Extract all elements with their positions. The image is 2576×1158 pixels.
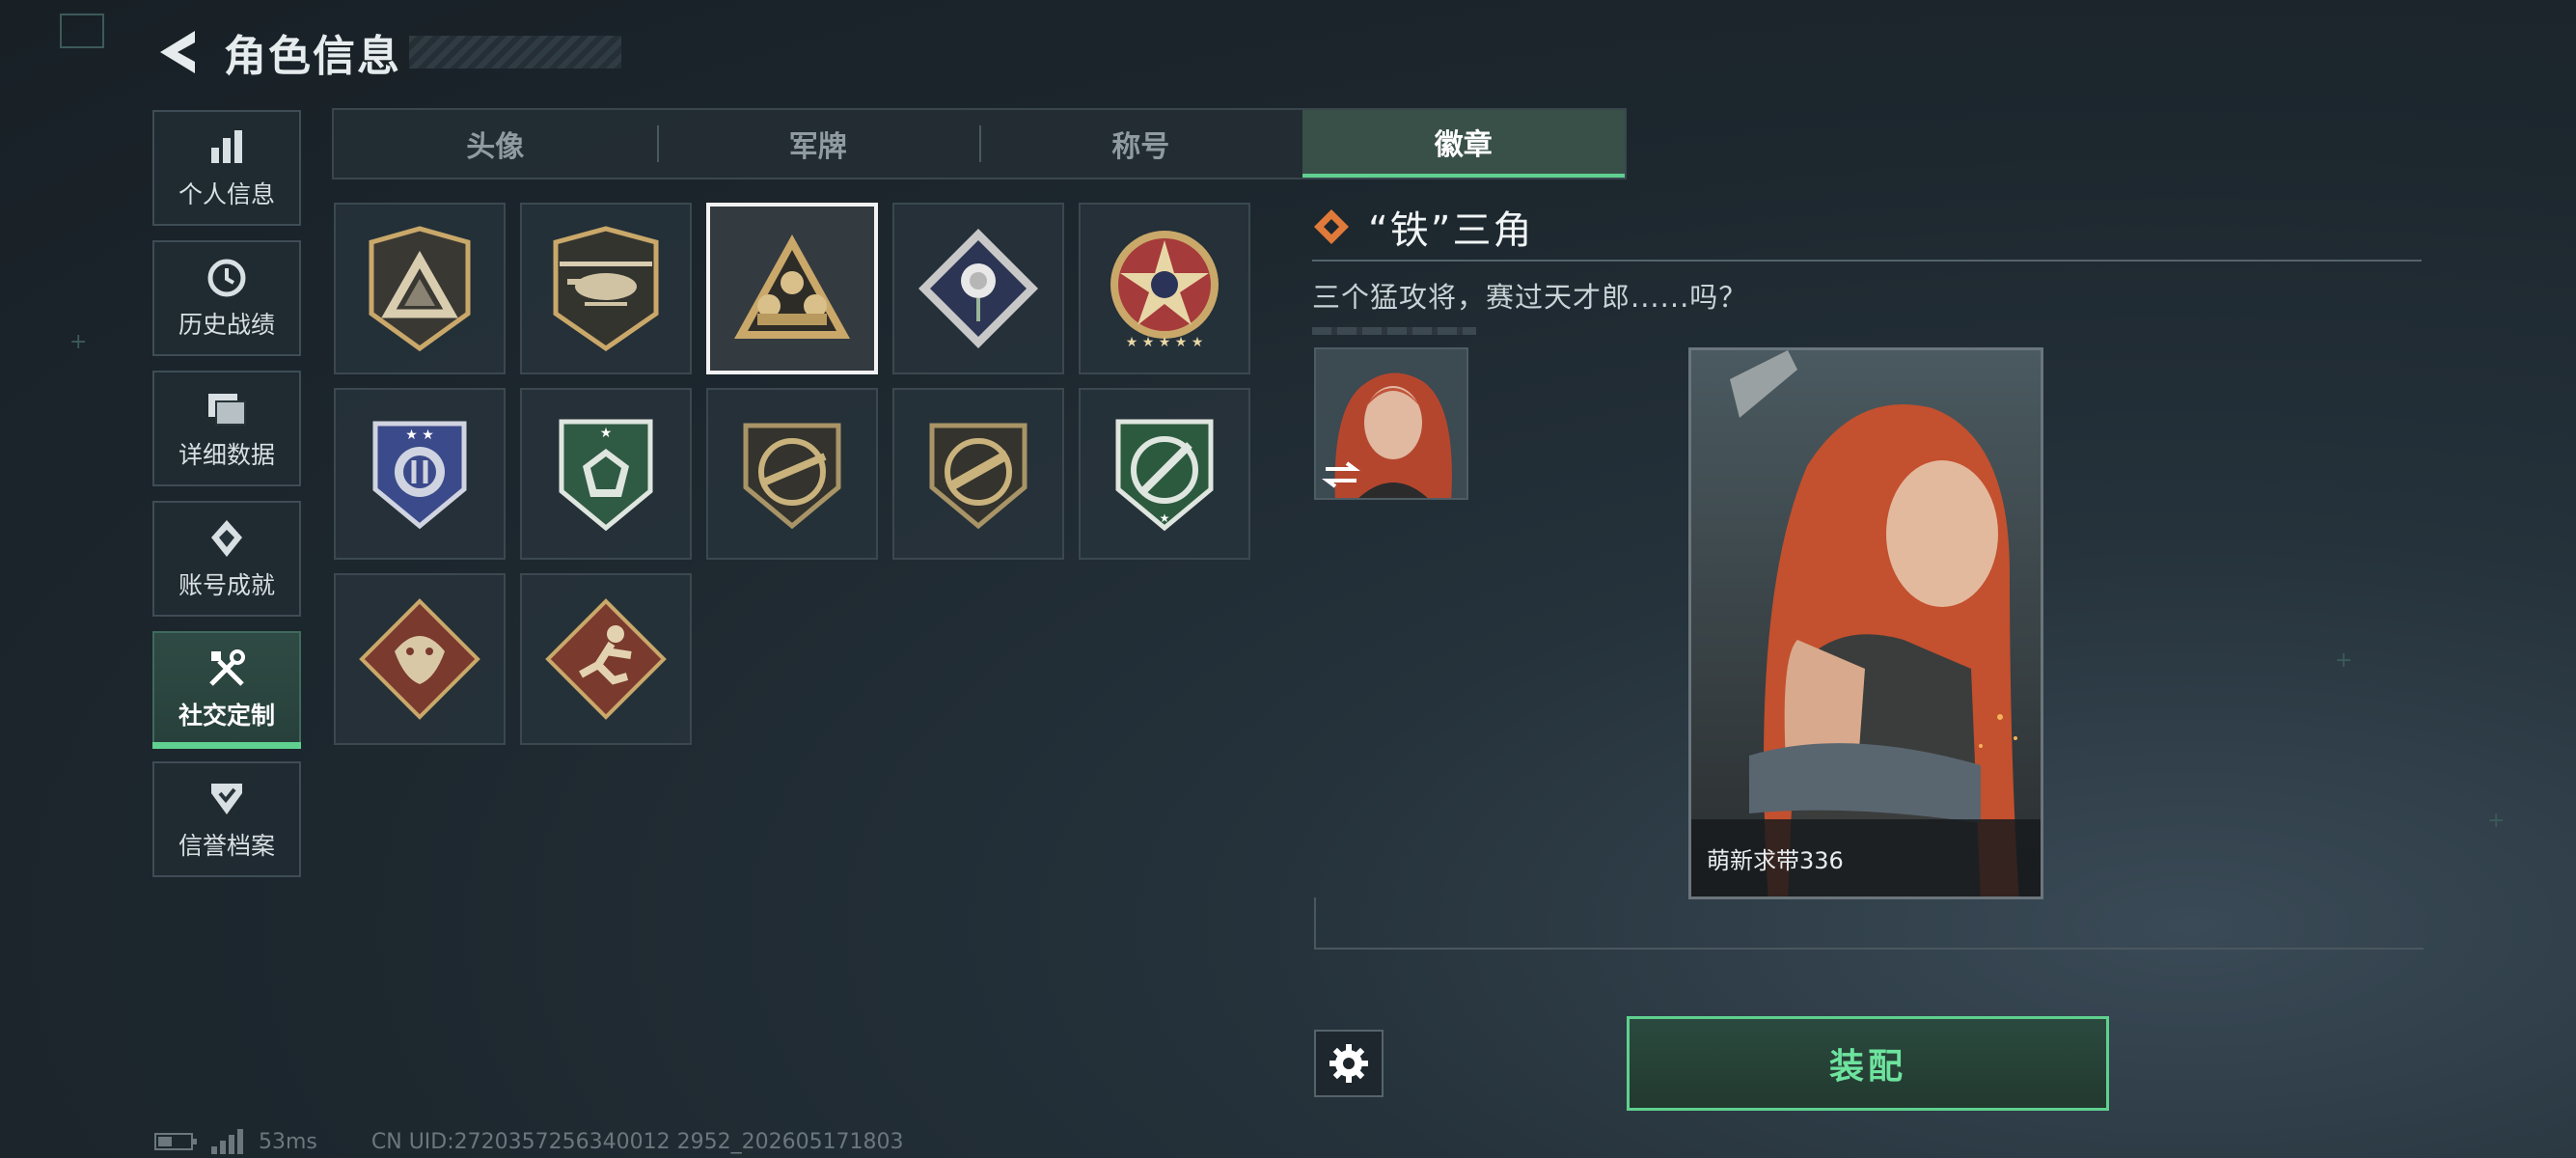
badge-slot[interactable]	[706, 388, 878, 560]
badge-slot[interactable]	[334, 203, 506, 374]
page-header: 角色信息	[154, 21, 621, 83]
svg-text:★: ★	[600, 426, 613, 441]
title-decoration	[409, 36, 621, 69]
diamond-badge-icon	[1314, 209, 1349, 244]
shield-check-icon	[211, 784, 242, 814]
page-title: 角色信息	[224, 32, 401, 81]
bar-chart-icon	[211, 130, 242, 163]
badge-slot[interactable]	[892, 388, 1064, 560]
rifle-crosshair-badge-icon	[743, 423, 841, 530]
sidebar-item-label: 详细数据	[178, 441, 275, 469]
sidebar-item-label: 信誉档案	[178, 832, 275, 860]
dragon-diamond-badge-icon	[359, 598, 480, 720]
character-portrait	[1691, 350, 2041, 896]
tab-title[interactable]: 称号	[979, 110, 1302, 178]
runner-diamond-badge-icon	[545, 598, 667, 720]
helicopter-badge-icon	[553, 226, 659, 352]
frame-decoration	[1314, 897, 1316, 950]
tools-icon	[209, 649, 245, 686]
badge-slot[interactable]	[334, 573, 506, 745]
badge-detail-panel: “铁”三角 三个猛攻将，赛过天才郎......吗？	[1312, 198, 2422, 335]
badge-slot-selected[interactable]	[706, 203, 878, 374]
sidebar-item-personal-info[interactable]: 个人信息	[152, 110, 301, 226]
crosshair-decoration: +	[69, 330, 88, 354]
avatar-thumbnail[interactable]	[1314, 347, 1468, 500]
signal-icon	[211, 1129, 243, 1154]
badge-slot[interactable]: ★	[1079, 388, 1250, 560]
crosshair-decoration: +	[2487, 809, 2506, 833]
settings-button[interactable]	[1314, 1030, 1384, 1097]
corner-decoration	[60, 14, 104, 48]
folder-icon	[208, 394, 246, 426]
smg-crosshair-badge-icon	[929, 423, 1028, 530]
character-card: 萌新求带336	[1688, 347, 2043, 899]
gear-icon	[1329, 1044, 1368, 1083]
sidebar: 个人信息 历史战绩 详细数据 账号成就 社交定制 信誉档案	[152, 110, 301, 892]
svg-text:★ ★ ★ ★ ★: ★ ★ ★ ★ ★	[1126, 335, 1204, 350]
badge-slot[interactable]	[892, 203, 1064, 374]
equip-button[interactable]: 装配	[1627, 1016, 2109, 1111]
divider	[1312, 260, 2422, 262]
frame-decoration	[1314, 948, 2424, 950]
uid-text: CN UID:2720357256340012 2952_20260517180…	[370, 1129, 904, 1154]
sidebar-item-detailed-data[interactable]: 详细数据	[152, 371, 301, 486]
swap-icon[interactable]	[1322, 459, 1360, 490]
svg-text:★ ★: ★ ★	[405, 427, 434, 443]
badge-slot[interactable]: ★	[520, 388, 692, 560]
knife-crosshair-badge-icon: ★	[1115, 419, 1214, 532]
badge-grid: ★ ★ ★ ★ ★ ★ ★ ★ ★	[334, 203, 1250, 745]
badge-slot[interactable]	[520, 573, 692, 745]
sidebar-item-label: 历史战绩	[178, 311, 275, 339]
badge-slot[interactable]: ★ ★ ★ ★ ★	[1079, 203, 1250, 374]
back-button[interactable]	[154, 25, 201, 79]
tab-dogtag[interactable]: 军牌	[656, 110, 980, 178]
tab-bar: 头像 军牌 称号 徽章	[332, 108, 1627, 179]
equip-button-label: 装配	[1828, 1047, 1906, 1087]
badge-subtext-placeholder	[1312, 327, 1476, 335]
sidebar-item-label: 社交定制	[178, 702, 275, 730]
medal-icon	[211, 520, 242, 557]
star-skull-badge-icon: ★ ★ ★ ★ ★	[1110, 231, 1219, 350]
clock-icon	[207, 259, 246, 297]
sidebar-item-label: 个人信息	[178, 180, 275, 208]
sidebar-item-history[interactable]: 历史战绩	[152, 240, 301, 356]
badge-slot[interactable]: ★ ★	[334, 388, 506, 560]
back-arrow-icon	[160, 31, 195, 73]
blue-wreath-badge-icon: ★ ★	[372, 421, 467, 530]
triangle-shield-badge-icon	[369, 226, 471, 352]
svg-text:★: ★	[1160, 511, 1170, 525]
badge-slot[interactable]	[520, 203, 692, 374]
rose-diamond-badge-icon	[918, 229, 1038, 348]
sidebar-item-reputation[interactable]: 信誉档案	[152, 761, 301, 877]
player-name: 萌新求带336	[1691, 819, 2041, 896]
sidebar-item-social-custom[interactable]: 社交定制	[152, 631, 301, 749]
status-bar: 53ms CN UID:2720357256340012 2952_202605…	[154, 1129, 904, 1154]
tab-avatar[interactable]: 头像	[334, 110, 657, 178]
green-gem-badge-icon: ★	[559, 419, 653, 532]
badge-title: “铁”三角	[1368, 208, 1534, 253]
sidebar-item-achievements[interactable]: 账号成就	[152, 501, 301, 617]
sidebar-item-label: 账号成就	[178, 571, 275, 599]
iron-triangle-badge-icon	[734, 234, 850, 339]
tab-badge[interactable]: 徽章	[1302, 110, 1625, 178]
ping-text: 53ms	[259, 1129, 317, 1154]
battery-icon	[154, 1133, 197, 1150]
badge-description: 三个猛攻将，赛过天才郎......吗？	[1312, 281, 1748, 314]
crosshair-decoration: +	[2335, 648, 2353, 673]
